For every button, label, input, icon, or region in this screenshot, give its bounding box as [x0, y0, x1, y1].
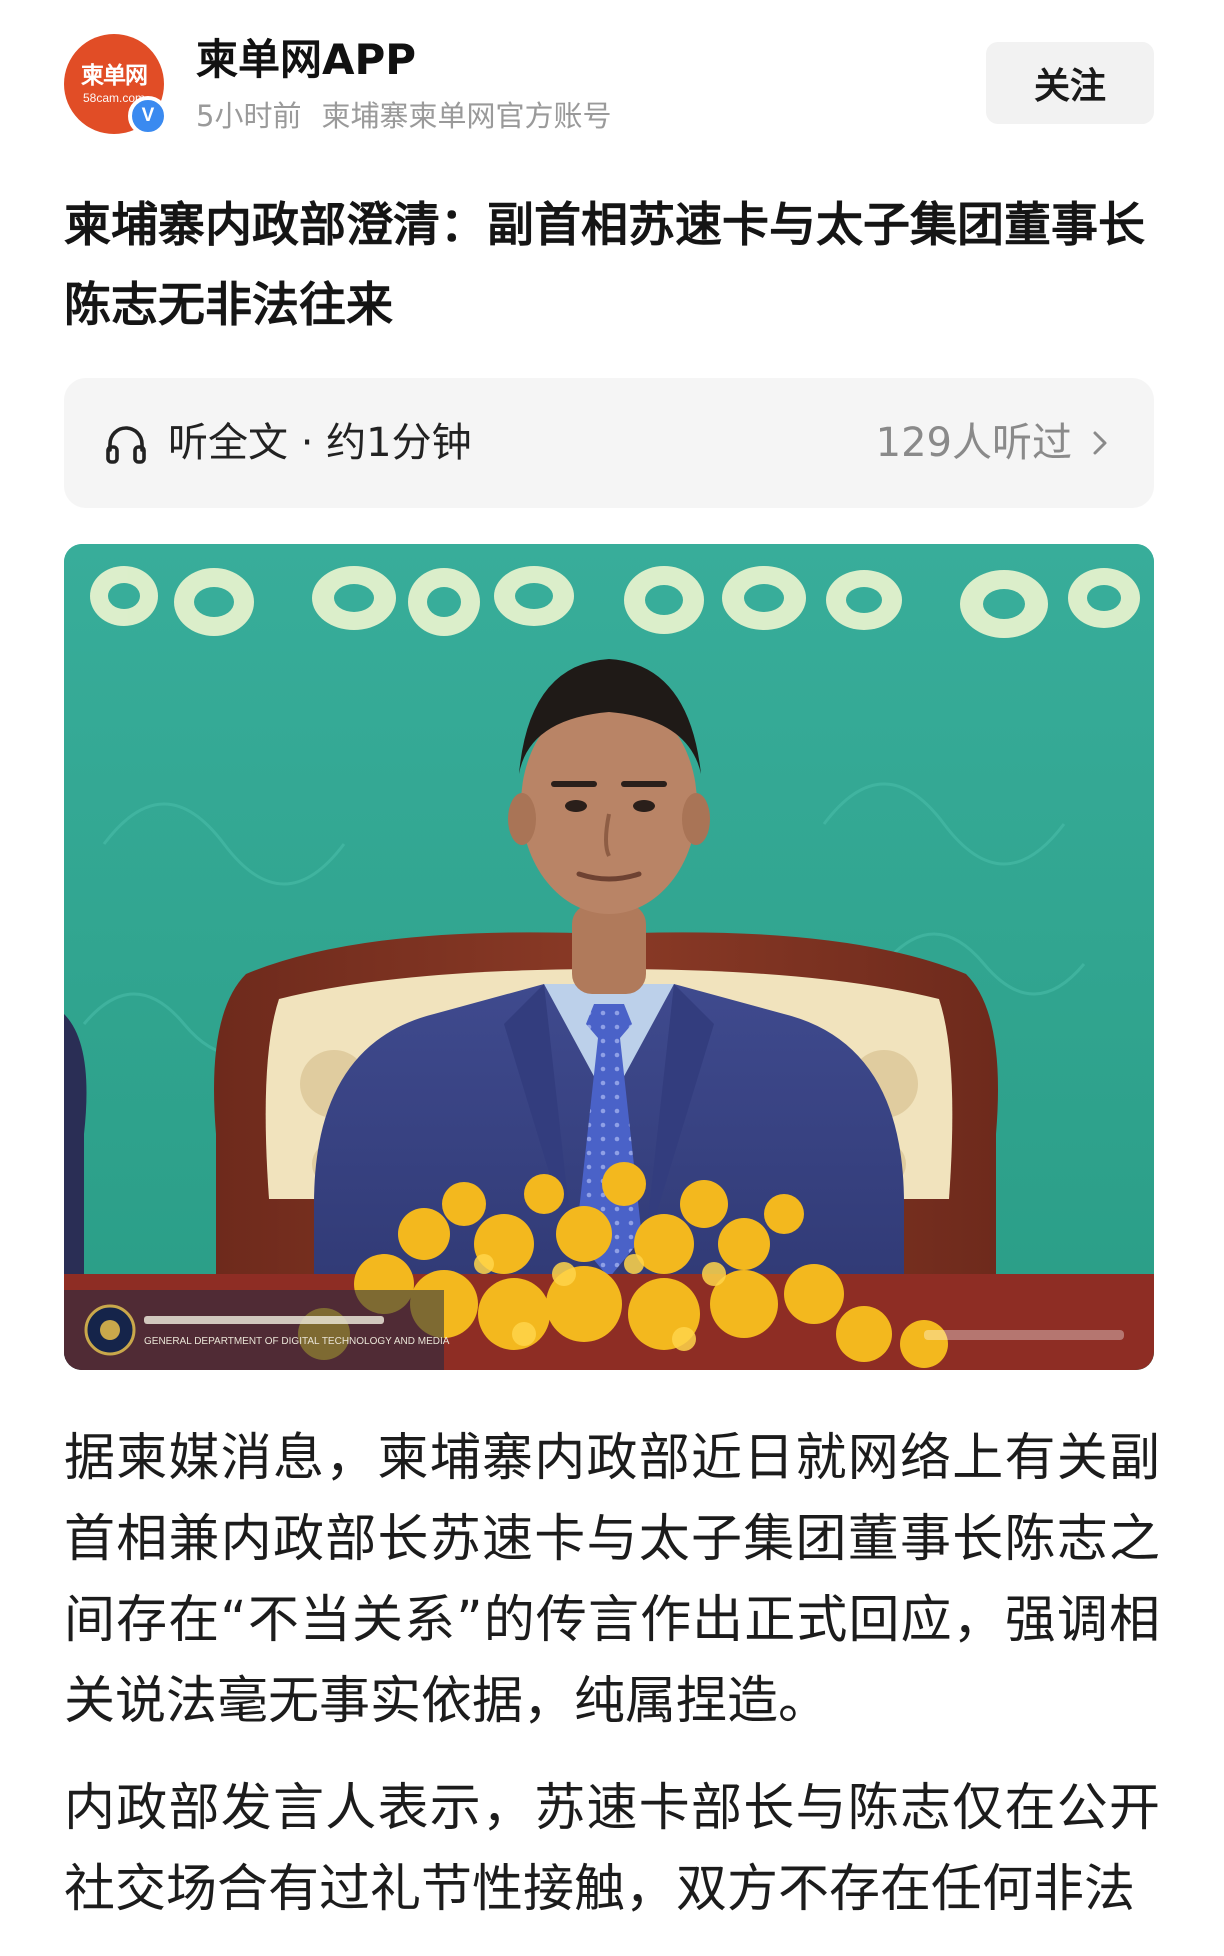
account-meta: 5小时前 柬埔寨柬单网官方账号	[196, 96, 611, 136]
listen-label: 听全文 · 约1分钟	[168, 420, 472, 466]
verified-icon: V	[128, 96, 168, 136]
chevron-right-icon	[1093, 431, 1107, 455]
follow-button[interactable]: 关注	[986, 42, 1154, 124]
article-header: 柬单网 58cam.com V 柬单网APP 5小时前 柬埔寨柬单网官方账号 关注	[0, 0, 1224, 150]
article-paragraph: 内政部发言人表示，苏速卡部长与陈志仅在公开社交场合有过礼节性接触，双方不存在任何…	[64, 1779, 1160, 1919]
photo-illustration: GENERAL DEPARTMENT OF DIGITAL TECHNOLOGY…	[64, 544, 1154, 1370]
account-name[interactable]: 柬单网APP	[196, 32, 416, 88]
photo-caption: GENERAL DEPARTMENT OF DIGITAL TECHNOLOGY…	[144, 1336, 450, 1347]
account-description: 柬埔寨柬单网官方账号	[321, 99, 612, 133]
listen-count: 129人听过	[875, 420, 1072, 466]
article-photo[interactable]: GENERAL DEPARTMENT OF DIGITAL TECHNOLOGY…	[64, 544, 1154, 1370]
article-body: 据柬媒消息，柬埔寨内政部近日就网络上有关副首相兼内政部长苏速卡与太子集团董事长陈…	[64, 1418, 1160, 1956]
post-time: 5小时前	[196, 99, 302, 133]
article-paragraph: 据柬媒消息，柬埔寨内政部近日就网络上有关副首相兼内政部长苏速卡与太子集团董事长陈…	[64, 1429, 1160, 1731]
headphone-icon	[106, 426, 146, 464]
listen-full-text-bar[interactable]: 听全文 · 约1分钟 129人听过	[64, 378, 1154, 508]
article-title: 柬埔寨内政部澄清：副首相苏速卡与太子集团董事长陈志无非法往来	[64, 198, 1145, 333]
avatar-logo-text: 柬单网	[81, 63, 148, 89]
